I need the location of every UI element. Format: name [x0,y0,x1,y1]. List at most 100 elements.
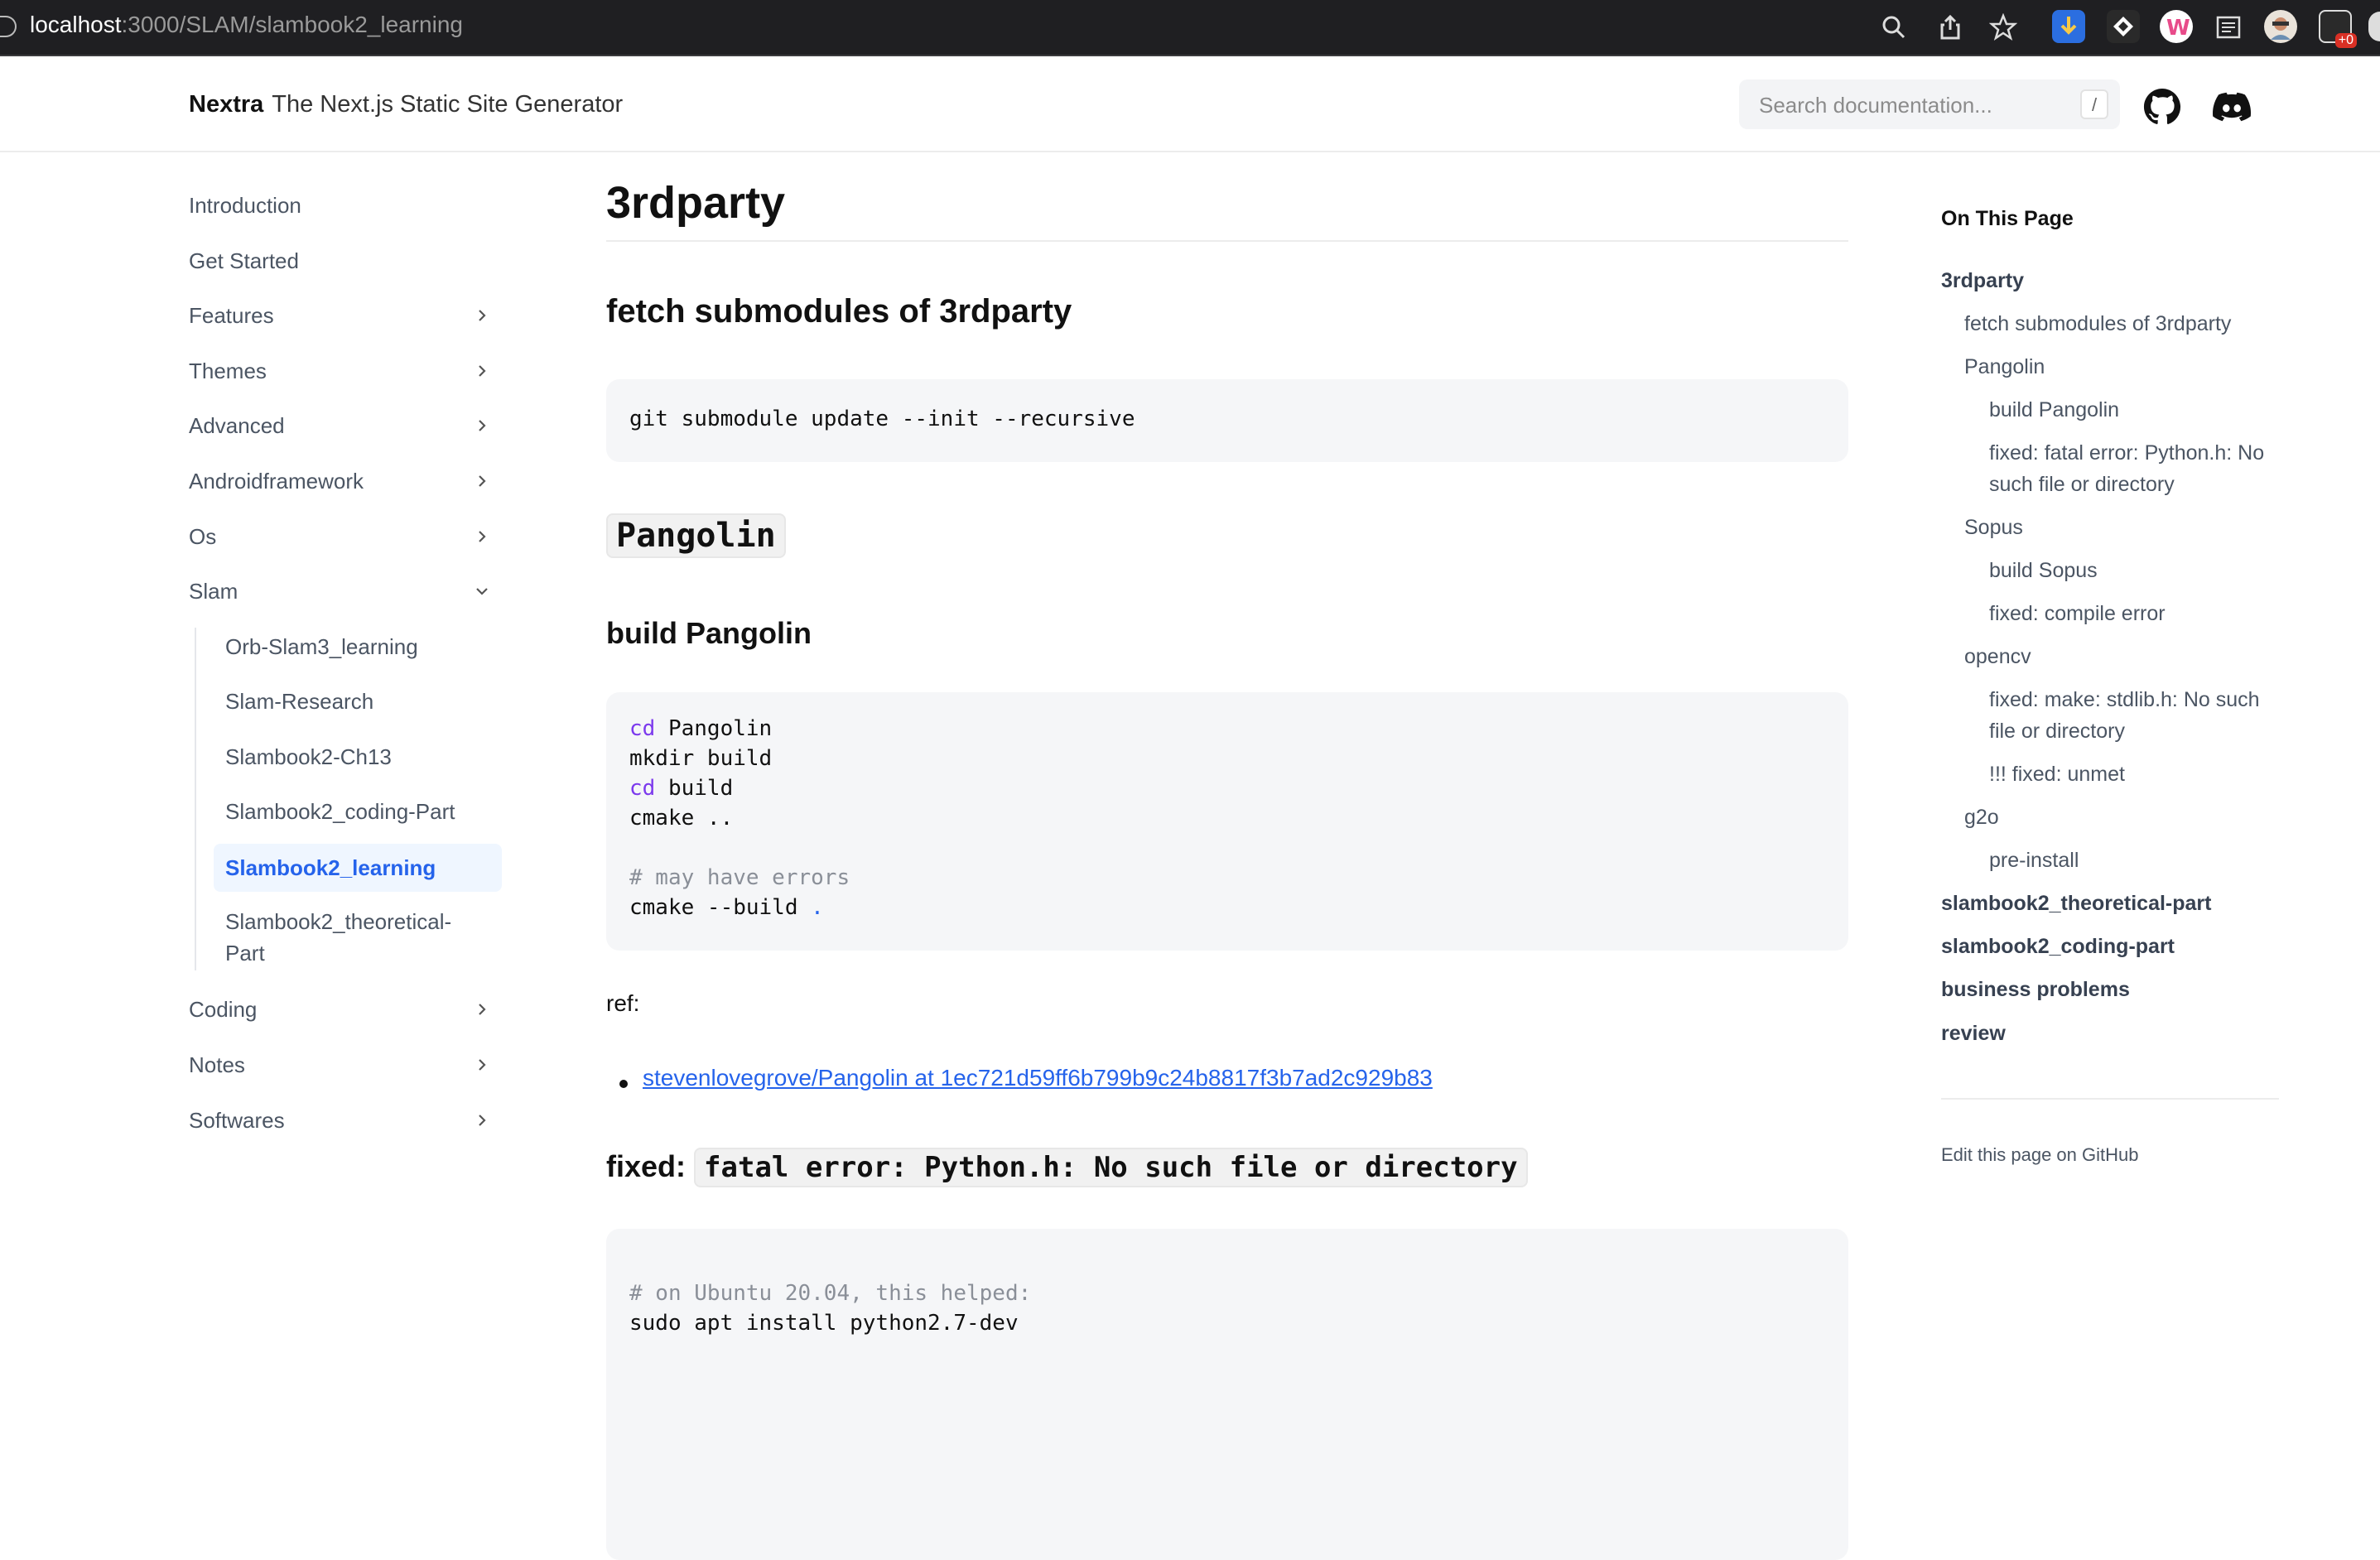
toc-item[interactable]: build Sopus [1989,555,2287,586]
sidebar-item-os[interactable]: Os [176,513,507,560]
list-bullet [619,1080,628,1088]
sidebar-item-label: Themes [189,359,267,383]
toc-item[interactable]: business problems [1941,974,2256,1005]
code-text: cmake .. [629,806,734,831]
sidebar-item-slam[interactable]: Slam [176,568,507,614]
toc-item[interactable]: fetch submodules of 3rdparty [1964,308,2279,339]
toc-item[interactable]: 3rdparty [1941,265,2256,296]
sidebar-item-label: Slambook2_coding-Part [225,799,455,824]
heading-fixed-python-h: fixed: fatal error: Python.h: No such fi… [606,1148,1528,1187]
code-line: git submodule update --init --recursive [629,407,1135,431]
sidebar-item-label: Advanced [189,413,285,438]
address-bar[interactable]: localhost:3000/SLAM/slambook2_learning [30,12,463,38]
sidebar-item-label: Notes [189,1052,245,1077]
toc-item[interactable]: Pangolin [1964,351,2279,383]
chevron-right-icon [479,475,486,487]
chevron-right-icon [479,1115,486,1126]
search-box[interactable]: / [1739,79,2120,131]
chevron-right-icon [479,1004,486,1015]
toc-title: On This Page [1941,207,2074,230]
sidebar-item-slambook2-theoretical-part[interactable]: Slambook2_theoretical-Part [214,896,479,979]
sidebar-item-softwares[interactable]: Softwares [176,1097,507,1144]
site-info-icon[interactable] [0,16,17,37]
toc-item[interactable]: pre-install [1989,845,2287,876]
heading-text: fixed: [606,1149,687,1183]
ref-label: ref: [606,990,640,1016]
chevron-right-icon [479,420,486,431]
page-title: 3rdparty [606,178,786,228]
toc-item[interactable]: !!! fixed: unmet [1989,758,2287,790]
code-punct: . [811,895,824,920]
edit-on-github-link[interactable]: Edit this page on GitHub [1941,1144,2138,1166]
sidebar-item-label: Features [189,303,274,328]
chevron-down-icon [476,588,488,595]
svg-text:W: W [2166,16,2190,41]
sidebar-item-label: Androidframework [189,469,364,494]
toc-item[interactable]: slambook2_theoretical-part [1941,888,2256,919]
code-comment: # on Ubuntu 20.04, this helped: [629,1281,1032,1306]
sidebar-item-orb-slam3-learning[interactable]: Orb-Slam3_learning [214,621,502,672]
url-host: localhost [30,12,122,37]
sidebar-item-notes[interactable]: Notes [176,1042,507,1088]
toc-item[interactable]: fixed: fatal error: Python.h: No such fi… [1989,437,2287,500]
zoom-icon[interactable] [1880,13,1908,41]
toc-item[interactable]: build Pangolin [1989,394,2287,426]
search-shortcut-key: / [2080,89,2108,119]
toc-item[interactable]: g2o [1964,802,2279,833]
sidebar-item-label: Get Started [189,248,299,273]
code-text: Pangolin [655,716,773,741]
toc-item[interactable]: review [1941,1018,2256,1049]
sidebar-item-get-started[interactable]: Get Started [176,238,507,284]
sidebar-item-label: Introduction [189,193,301,218]
share-icon[interactable] [1936,13,1964,41]
sidebar-item-themes[interactable]: Themes [176,348,507,394]
toc-item[interactable]: opencv [1964,641,2279,672]
heading-pangolin: Pangolin [606,513,786,558]
sidebar-item-slambook2-learning[interactable]: Slambook2_learning [214,844,502,892]
extension-download-icon[interactable] [2052,10,2085,43]
discord-icon[interactable] [2213,88,2251,126]
code-text: build [655,776,734,801]
extension-w-icon[interactable]: W [2160,10,2193,43]
sidebar-item-androidframework[interactable]: Androidframework [176,458,507,504]
sidebar-item-features[interactable]: Features [176,292,507,339]
extension-counter-icon[interactable]: +0 [2319,10,2357,48]
toc-item[interactable]: Sopus [1964,512,2279,543]
bookmark-star-icon[interactable] [1989,13,2017,41]
browser-toolbar: localhost:3000/SLAM/slambook2_learning W… [0,0,2380,56]
reader-mode-icon[interactable] [2214,13,2243,41]
code-keyword: cd [629,776,656,801]
extension-diamond-icon[interactable] [2107,10,2140,43]
toc-item[interactable]: slambook2_coding-part [1941,931,2256,962]
code-text: mkdir build [629,746,773,771]
title-divider [606,240,1848,242]
heading-fetch-submodules: fetch submodules of 3rdparty [606,293,1072,330]
chevron-right-icon [479,531,486,542]
pangolin-commit-link[interactable]: stevenlovegrove/Pangolin at 1ec721d59ff6… [643,1065,1433,1091]
code-block-submodule[interactable]: git submodule update --init --recursive [606,379,1848,462]
profile-avatar[interactable] [2264,10,2297,43]
toc-item[interactable]: fixed: make: stdlib.h: No such file or d… [1989,684,2287,747]
heading-build-pangolin: build Pangolin [606,616,812,650]
code-block-build-pangolin[interactable]: cd Pangolin mkdir build cd build cmake .… [606,692,1848,951]
github-icon[interactable] [2143,88,2181,126]
code-block-python-dev[interactable]: # on Ubuntu 20.04, this helped: sudo apt… [606,1229,1848,1560]
browser-menu-edge [2368,12,2380,41]
sidebar-item-slambook2-ch13[interactable]: Slambook2-Ch13 [214,731,502,782]
sidebar-item-advanced[interactable]: Advanced [176,402,507,449]
brand-name: Nextra [189,91,264,118]
sidebar-item-label: Slambook2_learning [225,855,436,880]
sidebar-item-slam-research[interactable]: Slam-Research [214,676,502,727]
sidebar-item-introduction[interactable]: Introduction [176,182,507,229]
search-input[interactable] [1757,79,2075,131]
toc-divider [1941,1098,2279,1100]
sidebar-item-slambook2-coding-part[interactable]: Slambook2_coding-Part [214,786,502,837]
sidebar-item-label: Softwares [189,1108,285,1133]
code-text: sudo apt install python2.7-dev [629,1311,1019,1336]
site-logo[interactable]: Nextra The Next.js Static Site Generator [189,91,623,118]
heading-code: Pangolin [606,513,786,558]
sidebar-item-coding[interactable]: Coding [176,986,507,1033]
code-comment: # may have errors [629,865,850,890]
sidebar-item-label: Slambook2_theoretical-Part [225,909,452,965]
toc-item[interactable]: fixed: compile error [1989,598,2287,629]
